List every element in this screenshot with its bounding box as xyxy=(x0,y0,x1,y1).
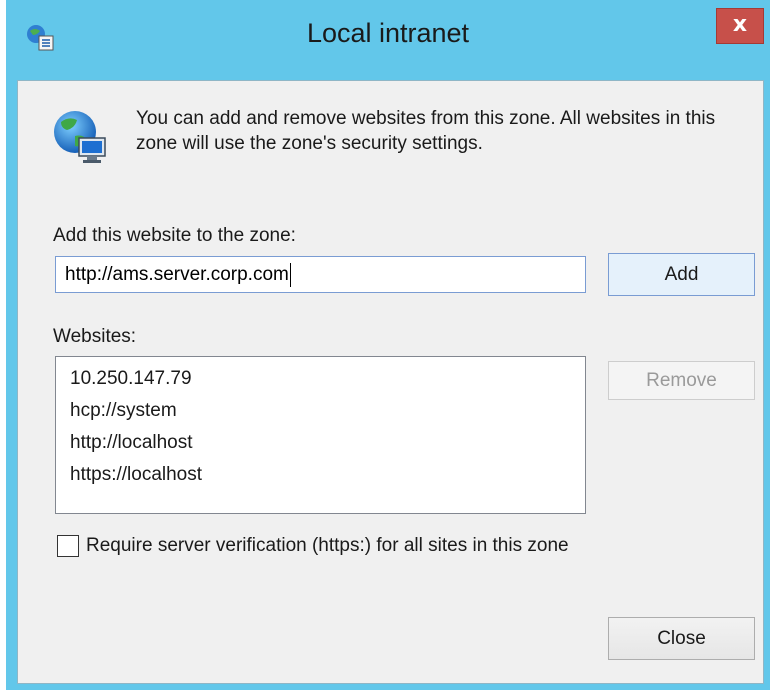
add-button[interactable]: Add xyxy=(608,253,755,296)
dialog-body: You can add and remove websites from thi… xyxy=(17,80,764,684)
website-url-input[interactable]: http://ams.server.corp.com xyxy=(55,256,586,293)
list-item[interactable]: hcp://system xyxy=(70,400,177,422)
text-caret xyxy=(289,262,291,287)
globe-computer-icon xyxy=(54,111,106,163)
websites-list[interactable]: 10.250.147.79 hcp://system http://localh… xyxy=(55,356,586,514)
require-verification-label[interactable]: Require server verification (https:) for… xyxy=(86,535,569,557)
remove-button[interactable]: Remove xyxy=(608,361,755,400)
dialog-window: Local intranet x You can add and remove … xyxy=(6,0,770,690)
websites-label: Websites: xyxy=(53,326,137,347)
list-item[interactable]: 10.250.147.79 xyxy=(70,368,192,390)
window-title: Local intranet xyxy=(306,18,470,48)
close-button[interactable]: Close xyxy=(608,617,755,660)
list-item[interactable]: http://localhost xyxy=(70,432,193,454)
website-url-value: http://ams.server.corp.com xyxy=(65,264,289,285)
close-window-button[interactable]: x xyxy=(716,8,764,44)
close-icon: x xyxy=(732,12,748,37)
title-bar[interactable]: Local intranet x xyxy=(6,0,770,80)
add-website-label: Add this website to the zone: xyxy=(53,225,296,246)
require-verification-checkbox[interactable] xyxy=(57,535,79,557)
list-item[interactable]: https://localhost xyxy=(70,464,202,486)
zone-description: You can add and remove websites from thi… xyxy=(136,108,716,154)
